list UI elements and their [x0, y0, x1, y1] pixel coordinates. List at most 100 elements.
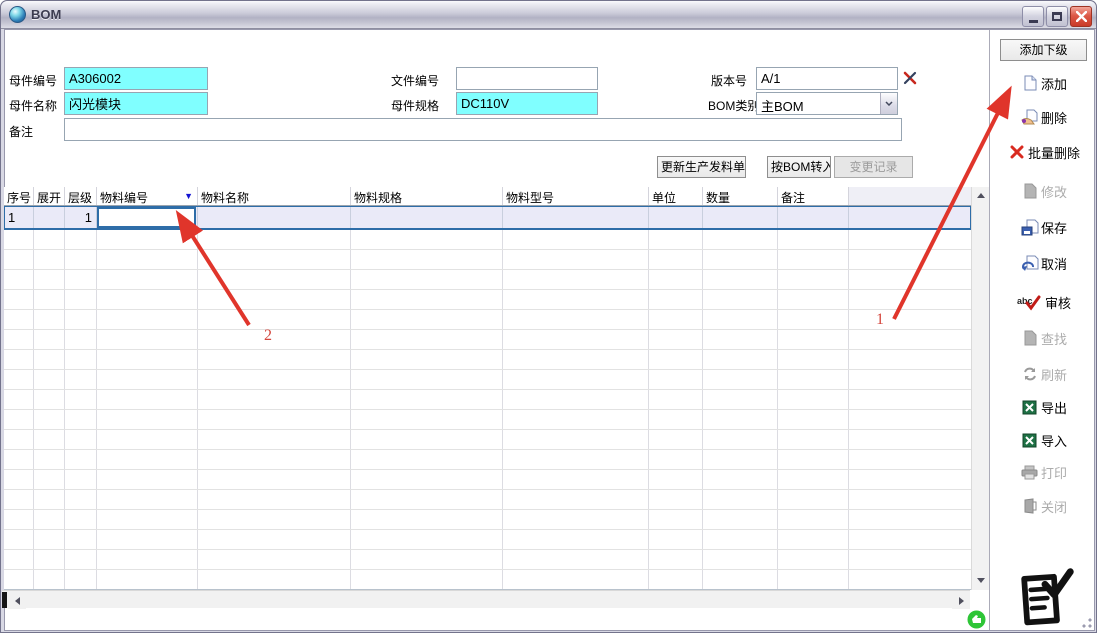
col-header-model[interactable]: 物料型号: [503, 187, 649, 205]
cell-seq: 1: [5, 207, 34, 228]
bom-type-select[interactable]: 主BOM: [756, 92, 898, 115]
table-row-empty: [4, 370, 971, 390]
vertical-scrollbar[interactable]: [971, 187, 989, 590]
document-check-logo: [1016, 566, 1074, 633]
table-row-empty: [4, 570, 971, 590]
col-header-name[interactable]: 物料名称: [198, 187, 351, 205]
sidebar-item-add[interactable]: 添加: [994, 71, 1094, 95]
splitter-handle[interactable]: [2, 592, 7, 608]
scroll-down-icon: [977, 578, 985, 583]
parent-spec-field[interactable]: [456, 92, 598, 115]
delete-hand-icon: [1021, 109, 1039, 126]
close-door-icon: [1021, 498, 1039, 515]
table-row-empty: [4, 430, 971, 450]
sidebar-divider: [989, 30, 990, 630]
clear-version-button[interactable]: [902, 70, 918, 91]
scroll-up-icon: [977, 193, 985, 198]
table-row-empty: [4, 230, 971, 250]
parent-code-field[interactable]: [64, 67, 208, 90]
scroll-up-button[interactable]: [972, 187, 990, 204]
col-header-remark[interactable]: 备注: [778, 187, 849, 205]
doc-no-field[interactable]: [456, 67, 598, 90]
material-code-edit-cell[interactable]: [97, 207, 196, 228]
add-child-button[interactable]: 添加下级: [1000, 39, 1087, 61]
sidebar-item-modify: 修改: [994, 179, 1094, 203]
sidebar-item-batch-delete[interactable]: 批量删除: [994, 140, 1094, 164]
window-title: BOM: [31, 7, 61, 22]
col-header-code[interactable]: 物料编号▼: [97, 187, 198, 205]
table-row-empty: [4, 330, 971, 350]
minimize-icon: [1029, 20, 1038, 23]
parent-name-field[interactable]: [64, 92, 208, 115]
table-row-empty: [4, 350, 971, 370]
remark-label: 备注: [9, 123, 33, 140]
bom-transfer-button[interactable]: 按BOM转入: [767, 156, 831, 178]
col-header-expand[interactable]: 展开: [34, 187, 65, 205]
svg-text:abc: abc: [1017, 296, 1033, 306]
col-header-unit[interactable]: 单位: [649, 187, 703, 205]
find-page-icon: [1021, 330, 1039, 347]
sidebar-item-print: 打印: [994, 460, 1094, 484]
cancel-undo-icon: [1021, 255, 1039, 272]
sidebar-item-delete[interactable]: 删除: [994, 105, 1094, 129]
cell-model: [503, 207, 649, 228]
col-header-seq[interactable]: 序号: [4, 187, 34, 205]
clear-x-icon: [902, 70, 918, 86]
cell-unit: [649, 207, 703, 228]
parent-code-label: 母件编号: [9, 72, 57, 89]
add-page-icon: [1021, 75, 1039, 92]
sidebar-item-close: 关闭: [994, 494, 1094, 518]
sidebar-item-import[interactable]: 导入: [994, 428, 1094, 452]
col-header-level[interactable]: 层级: [65, 187, 97, 205]
sidebar-item-save[interactable]: 保存: [994, 215, 1094, 239]
sidebar-item-find: 查找: [994, 326, 1094, 350]
cell-qty: [703, 207, 778, 228]
excel-export-icon: [1021, 399, 1039, 416]
sidebar-item-audit[interactable]: abc 审核: [994, 290, 1094, 314]
empty-rows-area: [4, 230, 971, 590]
chevron-down-icon: [885, 101, 893, 106]
table-row-empty: [4, 250, 971, 270]
sidebar-item-export[interactable]: 导出: [994, 395, 1094, 419]
green-ok-icon: [967, 610, 986, 633]
sidebar-item-refresh: 刷新: [994, 362, 1094, 386]
doc-no-label: 文件编号: [391, 72, 439, 89]
scroll-left-button[interactable]: [8, 592, 26, 609]
remark-field[interactable]: [64, 118, 902, 141]
bom-type-value: 主BOM: [761, 96, 804, 115]
table-row-empty: [4, 410, 971, 430]
change-log-button: 变更记录: [834, 156, 913, 178]
parent-spec-label: 母件规格: [391, 97, 439, 114]
version-field[interactable]: [756, 67, 898, 90]
maximize-button[interactable]: [1046, 6, 1068, 27]
close-button[interactable]: [1070, 6, 1092, 27]
table-row-empty: [4, 390, 971, 410]
resize-grip[interactable]: [1081, 617, 1093, 629]
close-icon: [1076, 11, 1087, 22]
title-bar: BOM: [1, 1, 1096, 29]
sidebar-item-cancel[interactable]: 取消: [994, 251, 1094, 275]
table-row-empty: [4, 490, 971, 510]
scroll-down-button[interactable]: [972, 572, 990, 589]
scroll-right-button[interactable]: [952, 592, 970, 609]
table-row-empty: [4, 550, 971, 570]
bom-type-label: BOM类别: [708, 97, 759, 114]
refresh-arrows-icon: [1021, 366, 1039, 383]
table-row-selected[interactable]: 1 1: [4, 206, 971, 230]
table-row-empty: [4, 530, 971, 550]
parent-name-label: 母件名称: [9, 97, 57, 114]
sort-descending-icon: ▼: [184, 191, 193, 201]
bom-window: BOM 母件编号 母件名称 备注 文件编号 母件规格 版本号 BOM类别 主BO…: [0, 0, 1097, 633]
col-header-spec[interactable]: 物料规格: [351, 187, 503, 205]
col-header-extra[interactable]: [849, 187, 971, 205]
scroll-left-icon: [15, 597, 20, 605]
scroll-right-icon: [959, 597, 964, 605]
col-header-qty[interactable]: 数量: [703, 187, 778, 205]
printer-icon: [1021, 464, 1039, 481]
minimize-button[interactable]: [1022, 6, 1044, 27]
abc-check-icon: abc: [1017, 294, 1043, 311]
dropdown-button[interactable]: [880, 93, 897, 114]
cell-code: [97, 207, 198, 228]
update-production-issue-button[interactable]: 更新生产发料单: [657, 156, 746, 178]
horizontal-scrollbar[interactable]: [2, 590, 970, 608]
